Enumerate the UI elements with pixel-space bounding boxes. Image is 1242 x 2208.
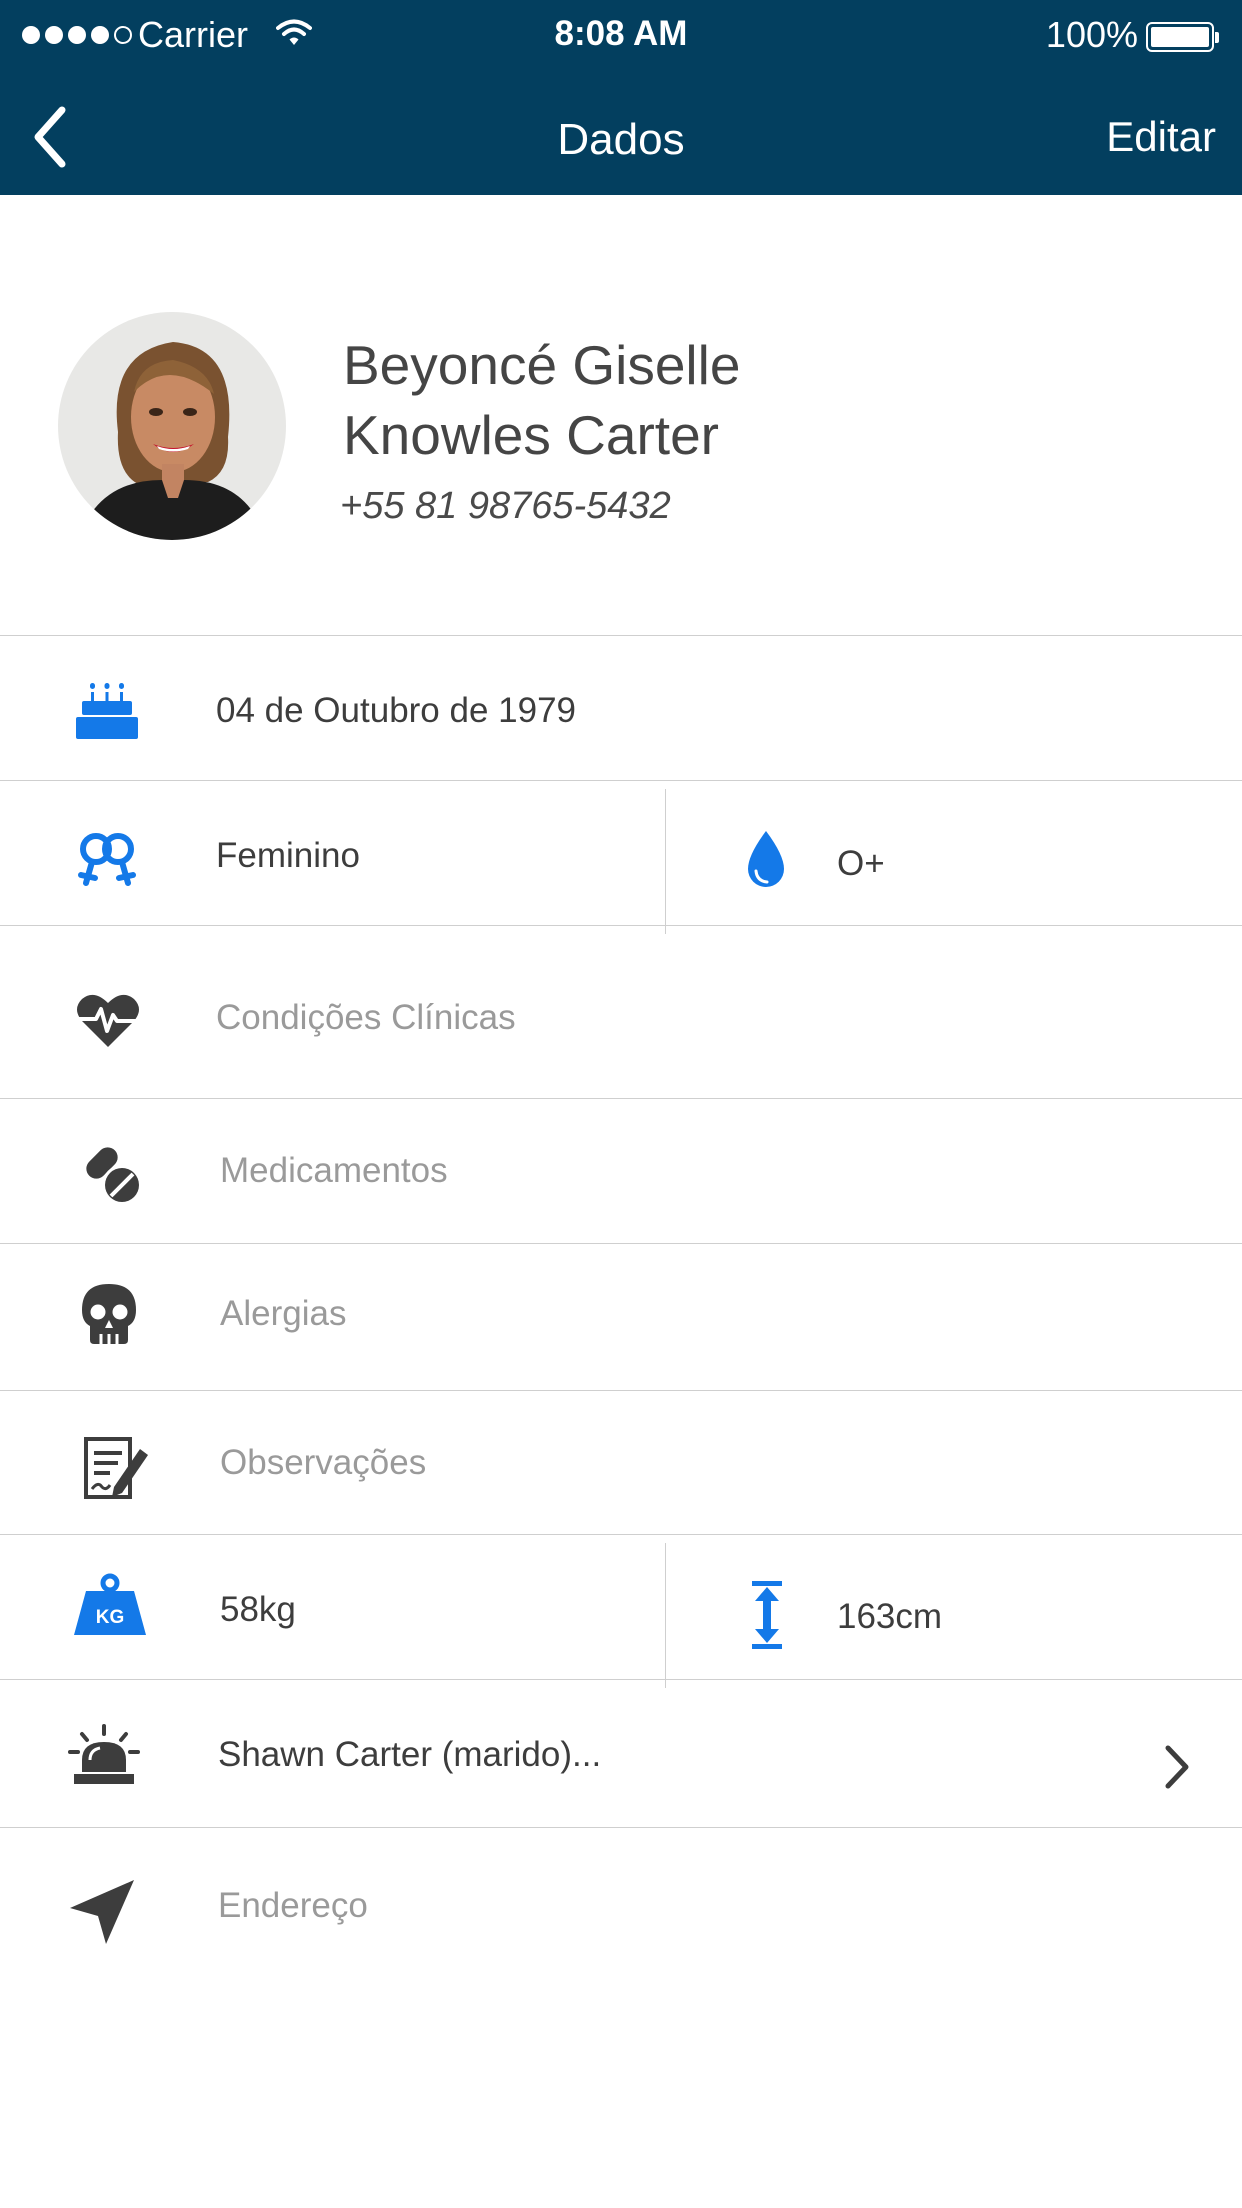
navigation-bar: Carrier 8:08 AM 100% Dados Editar	[0, 0, 1242, 195]
blood-type-cell[interactable]: O+	[666, 781, 1242, 926]
clinical-conditions-row[interactable]: Condições Clínicas	[0, 925, 1242, 1099]
page-title: Dados	[557, 115, 685, 164]
weight-icon-text: KG	[96, 1607, 125, 1628]
address-placeholder: Endereço	[218, 1886, 368, 1925]
allergies-row[interactable]: Alergias	[0, 1243, 1242, 1391]
profile-phone: +55 81 98765-5432	[340, 485, 671, 527]
gender-cell[interactable]: Feminino	[0, 781, 665, 926]
edit-button[interactable]: Editar	[1106, 113, 1216, 161]
blood-drop-icon	[748, 831, 784, 887]
observations-row[interactable]: Observações	[0, 1390, 1242, 1535]
avatar	[58, 312, 286, 540]
height-value: 163cm	[837, 1597, 943, 1636]
profile-name-line2: Knowles Carter	[343, 404, 719, 466]
location-arrow-icon	[70, 1880, 134, 1944]
clinical-conditions-placeholder: Condições Clínicas	[216, 998, 516, 1037]
observations-placeholder: Observações	[220, 1443, 427, 1482]
birthday-value: 04 de Outubro de 1979	[216, 691, 577, 730]
skull-icon	[82, 1284, 136, 1344]
chevron-right-icon[interactable]	[1162, 1744, 1192, 1790]
gender-value: Feminino	[216, 836, 360, 875]
medications-row[interactable]: Medicamentos	[0, 1098, 1242, 1244]
address-row[interactable]: Endereço	[0, 1827, 1242, 1978]
height-cell[interactable]: 163cm	[666, 1535, 1242, 1680]
height-arrow-icon	[752, 1581, 782, 1649]
blood-type-value: O+	[837, 844, 885, 883]
profile-header: Beyoncé Giselle Knowles Carter +55 81 98…	[0, 195, 1242, 635]
allergies-placeholder: Alergias	[220, 1294, 347, 1333]
pills-icon	[86, 1147, 142, 1205]
weight-value: 58kg	[220, 1590, 296, 1629]
notes-icon	[84, 1437, 148, 1499]
profile-name-line1: Beyoncé Giselle	[343, 334, 741, 396]
alarm-siren-icon	[68, 1724, 140, 1784]
battery-percentage: 100%	[1045, 14, 1138, 55]
gender-blood-row: Feminino O+	[0, 780, 1242, 934]
weight-cell[interactable]: KG 58kg	[0, 1535, 665, 1680]
birthday-cake-icon	[76, 683, 138, 739]
emergency-contact-value: Shawn Carter (marido)...	[218, 1735, 602, 1774]
weight-kg-icon: KG	[74, 1573, 146, 1635]
gender-female-icon	[78, 833, 136, 886]
profile-name: Beyoncé Giselle Knowles Carter	[343, 330, 740, 470]
weight-height-row: KG 58kg 163cm	[0, 1534, 1242, 1688]
medications-placeholder: Medicamentos	[220, 1151, 448, 1190]
status-bar: Carrier 8:08 AM 100%	[0, 0, 1242, 70]
heart-pulse-icon	[77, 994, 139, 1047]
emergency-contact-row[interactable]: Shawn Carter (marido)...	[0, 1679, 1242, 1828]
birthday-row[interactable]: 04 de Outubro de 1979	[0, 635, 1242, 781]
battery-icon	[1146, 22, 1219, 52]
